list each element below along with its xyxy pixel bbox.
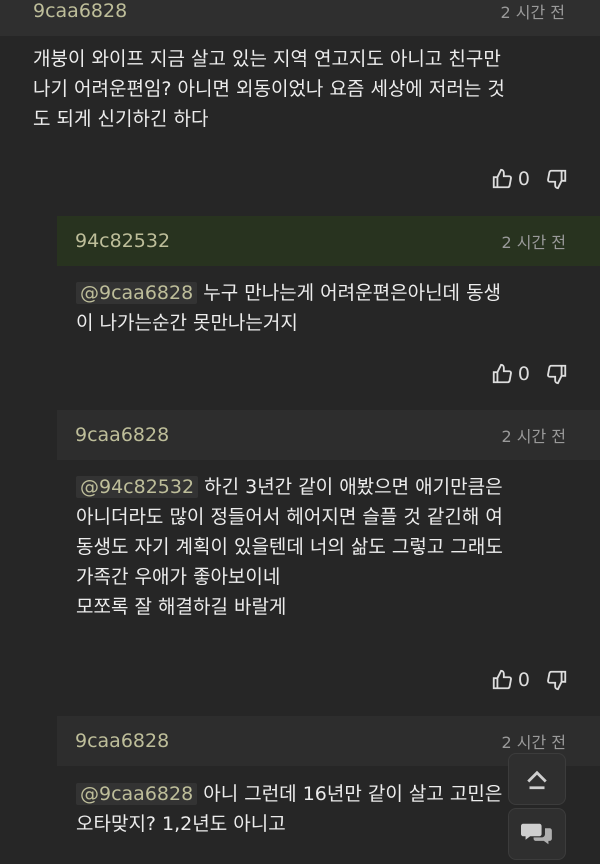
comment-nickname[interactable]: 94c82532 [75,230,170,252]
thumbs-down-icon [547,169,567,190]
dislike-button[interactable] [546,363,568,385]
mention-tag[interactable]: @94c82532 [76,476,199,498]
like-button[interactable]: 0 [491,363,530,385]
mention-tag[interactable]: @9caa6828 [76,282,198,304]
reply-header: 9caa6828 2 시간 전 [57,410,600,460]
mention-tag[interactable]: @9caa6828 [76,783,198,805]
chat-bubbles-icon [521,823,552,845]
dislike-button[interactable] [546,669,568,691]
comment-text: @9caa6828 누구 만나는게 어려운편은아닌데 동생 이 나가는순간 못만… [76,278,501,338]
comment-time: 2 시간 전 [501,233,566,252]
comment-nickname[interactable]: 9caa6828 [75,424,169,446]
thumbs-up-icon [492,168,512,189]
comment-actions: 0 [491,168,568,190]
comment-text: @9caa6828 아니 그런데 16년만 같이 살고 고민은 오타맞지? 1,… [76,779,502,839]
thumbs-down-icon [547,670,567,691]
comment-time: 2 시간 전 [500,3,565,22]
like-count: 0 [517,363,530,385]
chevron-up-icon [527,770,547,790]
like-count: 0 [517,168,530,190]
comment-nickname[interactable]: 9caa6828 [75,730,169,752]
comment-time: 2 시간 전 [501,733,566,752]
like-button[interactable]: 0 [491,669,530,691]
comment-actions: 0 [491,363,568,385]
scroll-top-button[interactable] [508,753,566,805]
comment-time: 2 시간 전 [501,427,566,446]
like-button[interactable]: 0 [491,168,530,190]
comment-header: 9caa6828 2 시간 전 [0,0,600,36]
comment-nickname[interactable]: 9caa6828 [33,0,127,22]
comment-text: @94c82532 하긴 3년간 같이 애봤으면 애기만큼은 아니더라도 많이 … [76,472,503,622]
thumbs-down-icon [547,364,567,385]
chat-button[interactable] [508,808,566,860]
like-count: 0 [517,669,530,691]
dislike-button[interactable] [546,168,568,190]
reply-header: 94c82532 2 시간 전 [57,216,600,266]
thumbs-up-icon [492,363,512,384]
comment-text: 개붕이 와이프 지금 살고 있는 지역 연고지도 아니고 친구만 나기 어려운편… [33,48,505,130]
comment-actions: 0 [491,669,568,691]
thumbs-up-icon [492,669,512,690]
